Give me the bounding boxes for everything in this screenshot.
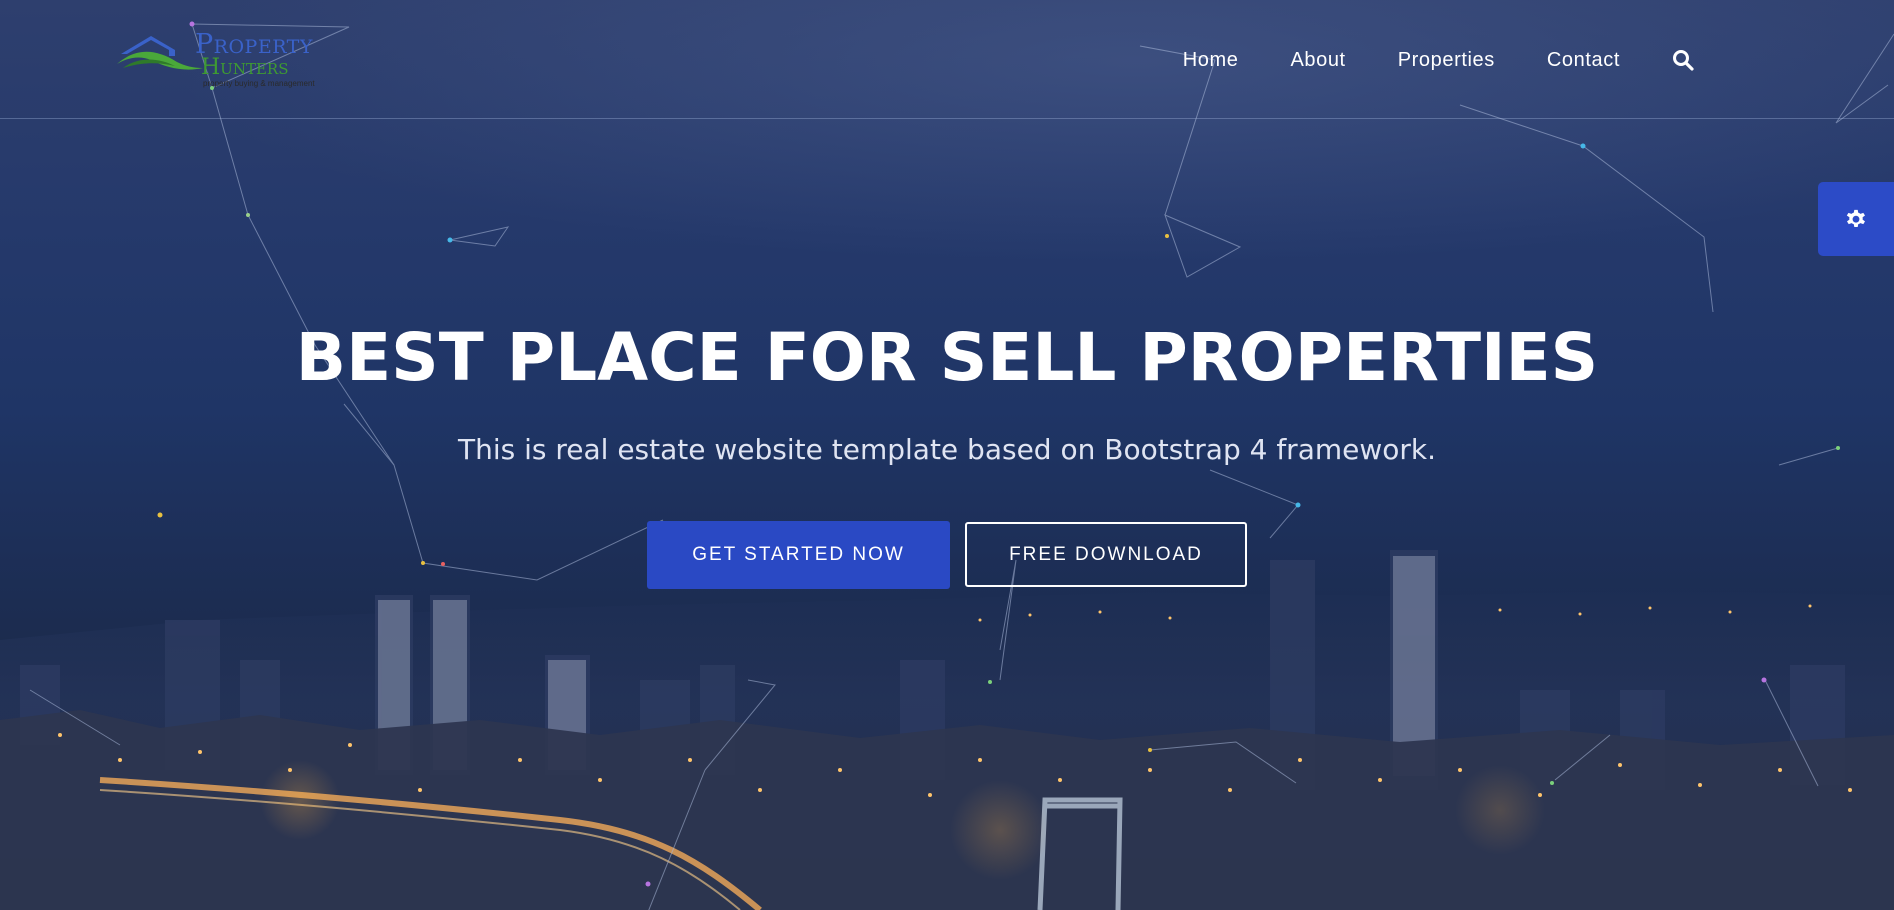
nav-item-about[interactable]: About <box>1290 46 1345 74</box>
search-icon[interactable] <box>1672 49 1694 71</box>
main-navigation: Home About Properties Contact <box>1183 46 1694 74</box>
free-download-button[interactable]: FREE DOWNLOAD <box>965 522 1247 587</box>
hero-section: Property Hunters property buying & manag… <box>0 0 1894 910</box>
hero-title: BEST PLACE FOR SELL PROPERTIES <box>295 319 1599 396</box>
nav-item-home[interactable]: Home <box>1183 46 1239 74</box>
settings-toggle-button[interactable] <box>1818 182 1894 256</box>
get-started-button[interactable]: GET STARTED NOW <box>647 521 950 589</box>
hero-subtitle: This is real estate website template bas… <box>457 433 1437 466</box>
gear-icon <box>1846 209 1865 228</box>
nav-item-contact[interactable]: Contact <box>1547 46 1620 74</box>
brand-tagline: property buying & management <box>203 79 315 88</box>
brand-logo[interactable]: Property Hunters property buying & manag… <box>115 24 345 94</box>
nav-item-properties[interactable]: Properties <box>1398 46 1495 74</box>
site-header: Property Hunters property buying & manag… <box>0 0 1894 119</box>
brand-name-line2: Hunters <box>201 55 289 80</box>
house-swoosh-logo-icon <box>117 36 203 70</box>
